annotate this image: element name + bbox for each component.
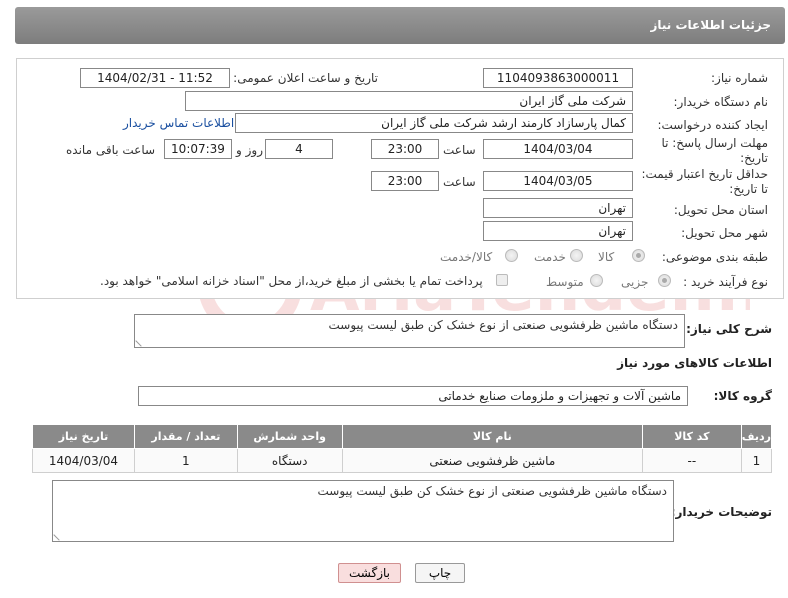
need-number-field: 1104093863000011 (483, 68, 633, 88)
goods-group-label: گروه کالا: (713, 389, 772, 403)
category-service-label: خدمت (534, 250, 566, 264)
description-label: شرح کلی نیاز: (686, 322, 772, 336)
process-label: نوع فرآیند خرید : (683, 275, 768, 289)
province-label: استان محل تحویل: (673, 203, 768, 217)
page-title: جزئیات اطلاعات نیاز (650, 18, 771, 32)
price-time-label: ساعت (443, 175, 476, 189)
print-button[interactable]: چاپ (415, 563, 465, 583)
buyer-notes-label: توضیحات خریدار: (670, 505, 772, 519)
city-label: شهر محل تحویل: (681, 226, 768, 240)
remaining-label: ساعت باقی مانده (66, 143, 156, 157)
goods-table: ردیف کد کالا نام کالا واحد شمارش تعداد /… (32, 424, 773, 473)
reply-time-field: 23:00 (371, 139, 439, 159)
process-medium-radio[interactable] (590, 274, 603, 287)
reply-time-label: ساعت (443, 143, 476, 157)
cell-name: ماشین ظرفشویی صنعتی (341, 448, 643, 473)
goods-table-header: ردیف کد کالا نام کالا واحد شمارش تعداد /… (32, 424, 773, 449)
reply-deadline-label: مهلت ارسال پاسخ: تا (661, 136, 768, 150)
category-goods-label: کالا (598, 250, 615, 264)
province-field: تهران (483, 198, 633, 218)
process-medium-label: متوسط (546, 275, 584, 289)
announce-field: 1404/02/31 - 11:52 (80, 68, 230, 88)
announce-label: تاریخ و ساعت اعلان عمومی: (233, 71, 378, 85)
cell-unit: دستگاه (236, 448, 343, 473)
col-name: نام کالا (341, 424, 643, 449)
treasury-payment-checkbox[interactable] (496, 274, 508, 286)
col-row: ردیف (740, 424, 773, 449)
buyer-notes-text: دستگاه ماشین ظرفشویی صنعتی از نوع خشک کن… (317, 484, 668, 498)
description-textarea[interactable]: دستگاه ماشین ظرفشویی صنعتی از نوع خشک کن… (134, 314, 685, 348)
resize-handle-icon[interactable] (53, 529, 65, 541)
col-quantity: تعداد / مقدار (133, 424, 238, 449)
reply-date-field: 1404/03/04 (483, 139, 633, 159)
category-label: طبقه بندی موضوعی: (661, 250, 768, 264)
resize-handle-icon[interactable] (135, 335, 147, 347)
page-header: جزئیات اطلاعات نیاز (15, 7, 785, 44)
cell-need-date: 1404/03/04 (32, 448, 135, 473)
goods-section-title: اطلاعات کالاهای مورد نیاز (617, 356, 772, 370)
col-need-date: تاریخ نیاز (32, 424, 135, 449)
need-number-label: شماره نیاز: (711, 71, 768, 85)
payment-note: پرداخت تمام یا بخشی از مبلغ خرید،از محل … (100, 274, 483, 288)
col-unit: واحد شمارش (236, 424, 343, 449)
cell-code: -- (641, 448, 742, 473)
description-text: دستگاه ماشین ظرفشویی صنعتی از نوع خشک کن… (328, 318, 679, 332)
days-label: روز و (236, 143, 263, 157)
cell-row: 1 (740, 448, 773, 473)
price-time-field: 23:00 (371, 171, 439, 191)
days-field: 4 (265, 139, 333, 159)
price-validity-label: حداقل تاریخ اعتبار قیمت: (641, 167, 768, 181)
creator-label: ایجاد کننده درخواست: (657, 118, 768, 132)
process-minor-radio[interactable] (658, 274, 671, 287)
reply-deadline-label-2: تاریخ: (740, 151, 768, 165)
category-goods-radio[interactable] (632, 249, 645, 262)
price-date-field: 1404/03/05 (483, 171, 633, 191)
cell-quantity: 1 (133, 448, 238, 473)
category-both-radio[interactable] (505, 249, 518, 262)
buyer-org-label: نام دستگاه خریدار: (673, 95, 769, 109)
category-both-label: کالا/خدمت (440, 250, 493, 264)
process-minor-label: جزیی (621, 275, 649, 289)
city-field: تهران (483, 221, 633, 241)
contact-info-link[interactable]: اطلاعات تماس خریدار (123, 116, 234, 130)
back-button[interactable]: بازگشت (338, 563, 401, 583)
category-service-radio[interactable] (570, 249, 583, 262)
buyer-org-field: شرکت ملی گاز ایران (185, 91, 633, 111)
price-validity-label-2: تا تاریخ: (729, 182, 768, 196)
table-row: 1 -- ماشین ظرفشویی صنعتی دستگاه 1 1404/0… (32, 448, 773, 473)
remaining-time-field: 10:07:39 (164, 139, 232, 159)
col-code: کد کالا (641, 424, 742, 449)
buyer-notes-textarea[interactable]: دستگاه ماشین ظرفشویی صنعتی از نوع خشک کن… (52, 480, 674, 542)
goods-group-field: ماشین آلات و تجهیزات و ملزومات صنایع خدم… (138, 386, 688, 406)
creator-field: کمال پارسازاد کارمند ارشد شرکت ملی گاز ا… (235, 113, 633, 133)
